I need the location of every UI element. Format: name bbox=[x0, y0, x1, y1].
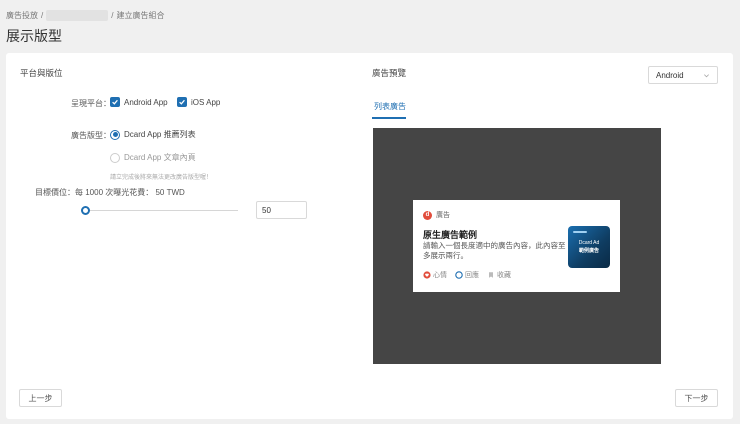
section-title-preview: 廣告預覽 bbox=[372, 68, 407, 78]
prev-step-button[interactable]: 上一步 bbox=[19, 389, 62, 407]
page-title: 展示版型 bbox=[6, 28, 62, 44]
tab-active-underline bbox=[372, 117, 406, 119]
platform-android-label: Android App bbox=[124, 97, 168, 107]
format-recommend-list-label: Dcard App 推薦列表 bbox=[124, 130, 196, 139]
ad-header: d 廣告 bbox=[423, 210, 450, 220]
next-step-button[interactable]: 下一步 bbox=[675, 389, 718, 407]
dcard-logo-icon: d bbox=[423, 210, 432, 220]
breadcrumb-separator: / bbox=[111, 11, 114, 20]
device-select[interactable]: Android bbox=[648, 66, 718, 84]
main-card: 平台與版位 呈現平台： Android App iOS App 廣告版型： Dc… bbox=[6, 53, 733, 419]
ad-action-reaction: 心情 bbox=[423, 270, 447, 280]
ad-thumbnail-line1: Dcard Ad bbox=[578, 240, 600, 246]
breadcrumb-item-current: 建立廣告組合 bbox=[116, 11, 165, 20]
ad-action-bookmark-label: 收藏 bbox=[497, 272, 511, 279]
format-article-label: Dcard App 文章內頁 bbox=[124, 153, 196, 162]
checkbox-checked-icon bbox=[110, 97, 120, 107]
platform-ios-checkbox[interactable]: iOS App bbox=[177, 97, 220, 107]
ad-preview-card: d 廣告 原生廣告範例 請輸入一個長度適中的廣告內容，此內容至多展示兩行。 心情… bbox=[413, 200, 620, 292]
bid-slider-track[interactable] bbox=[86, 210, 238, 211]
bookmark-icon bbox=[487, 271, 495, 279]
breadcrumb: 廣告投放 / / 建立廣告組合 bbox=[6, 10, 164, 21]
ad-preview-area: d 廣告 原生廣告範例 請輸入一個長度適中的廣告內容，此內容至多展示兩行。 心情… bbox=[373, 128, 661, 364]
ad-thumbnail: Dcard Ad 範例廣告 bbox=[568, 226, 610, 268]
bid-input[interactable]: 50 bbox=[256, 201, 307, 219]
ad-brand-label: 廣告 bbox=[436, 212, 450, 219]
bid-slider-handle[interactable] bbox=[81, 206, 90, 215]
tab-list-ad[interactable]: 列表廣告 bbox=[374, 101, 406, 112]
radio-selected-icon bbox=[110, 129, 120, 140]
ad-action-bookmark: 收藏 bbox=[487, 270, 511, 280]
format-article-radio[interactable]: Dcard App 文章內頁 bbox=[110, 152, 196, 163]
section-title-placement: 平台與版位 bbox=[20, 68, 63, 78]
ad-body: 請輸入一個長度適中的廣告內容，此內容至多展示兩行。 bbox=[423, 241, 566, 260]
platform-android-checkbox[interactable]: Android App bbox=[110, 97, 168, 107]
ad-title: 原生廣告範例 bbox=[423, 230, 478, 240]
ad-action-comment: 回應 bbox=[455, 270, 479, 280]
ad-action-reaction-label: 心情 bbox=[433, 272, 447, 279]
heart-icon bbox=[423, 271, 431, 279]
format-recommend-list-radio[interactable]: Dcard App 推薦列表 bbox=[110, 129, 196, 140]
chevron-down-icon bbox=[704, 73, 709, 77]
device-select-value: Android bbox=[656, 70, 684, 80]
platform-ios-label: iOS App bbox=[191, 97, 221, 107]
breadcrumb-item-redacted[interactable] bbox=[46, 10, 109, 21]
format-hint: 請立完成後將來無法更改廣告版型喔！ bbox=[110, 175, 213, 181]
bid-label: 目標價位：每 1000 次曝光花費： 50 TWD bbox=[35, 188, 185, 197]
breadcrumb-item-ads[interactable]: 廣告投放 bbox=[6, 10, 38, 21]
platform-label: 呈現平台： bbox=[71, 99, 111, 108]
format-label: 廣告版型： bbox=[71, 131, 111, 140]
comment-icon bbox=[455, 271, 463, 279]
breadcrumb-separator: / bbox=[41, 11, 44, 20]
radio-unselected-icon bbox=[110, 152, 120, 163]
ad-action-comment-label: 回應 bbox=[465, 272, 479, 279]
checkbox-checked-icon bbox=[177, 97, 187, 107]
ad-thumbnail-line2: 範例廣告 bbox=[578, 248, 599, 254]
ad-actions: 心情 回應 收藏 bbox=[423, 270, 511, 280]
